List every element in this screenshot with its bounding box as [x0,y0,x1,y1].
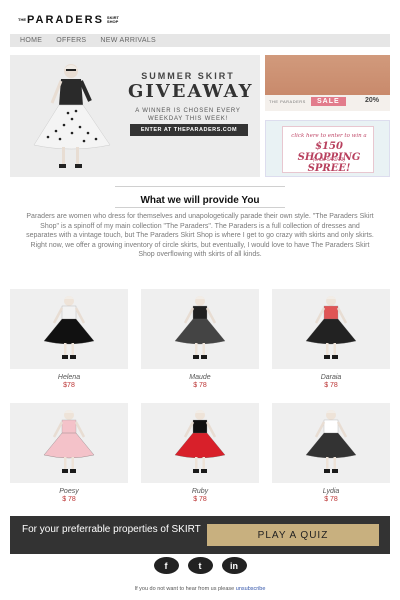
logo-the: THE [18,17,26,22]
product-image[interactable] [10,289,128,369]
product-card[interactable]: Daraia $ 78 [272,289,390,389]
twitter-icon[interactable]: t [187,557,213,574]
product-card[interactable]: Poesy $ 78 [10,403,128,503]
hero-subtitle: A WINNER IS CHOSEN EVERY WEEKDAY THIS WE… [135,108,241,122]
sale-percent: 20% [365,97,380,104]
product-price: $ 78 [324,382,338,389]
spree-line3: (ends 5/13/13) [312,157,346,163]
linkedin-icon[interactable]: in [221,557,247,574]
product-image[interactable] [272,289,390,369]
product-name[interactable]: Poesy [10,488,128,495]
product-price: $78 [63,382,75,389]
product-card[interactable]: Maude $ 78 [141,289,259,389]
spree-line1: click here to enter to win a [291,133,367,139]
product-name[interactable]: Daraia [272,374,390,381]
social-links: f t in [10,557,390,574]
enter-button[interactable]: ENTER AT THEPARADERS.COM [130,124,248,136]
product-name[interactable]: Lydia [272,488,390,495]
dress-image [265,55,390,95]
sale-brand: THE PARADERS [269,99,306,104]
product-card[interactable]: Helena $78 [10,289,128,389]
footer-text: If you do not want to hear from us pleas… [134,586,235,592]
quiz-cta: For your preferrable properties of SKIRT… [10,516,390,554]
sale-badge: SALE [311,97,346,106]
product-name[interactable]: Helena [10,374,128,381]
product-image[interactable] [141,289,259,369]
footer: If you do not want to hear from us pleas… [10,586,390,592]
shopping-spree-banner[interactable]: click here to enter to win a $150 SHOPPI… [265,120,390,177]
product-image[interactable] [272,403,390,483]
logo-name: PARADERS [27,14,104,26]
hero-title-line1: SUMMER SKIRT [141,71,235,81]
product-image[interactable] [10,403,128,483]
section-description: Paraders are women who dress for themsel… [26,213,374,259]
model-image [33,64,111,168]
hero-banner[interactable]: SUMMER SKIRT GIVEAWAY A WINNER IS CHOSEN… [10,55,260,177]
product-price: $ 78 [62,496,76,503]
product-image[interactable] [141,403,259,483]
brand-logo[interactable]: THE PARADERS SKIRT SHOP [18,14,121,26]
section-title: What we will provide You [140,195,260,206]
product-card[interactable]: Lydia $ 78 [272,403,390,503]
nav-offers[interactable]: OFFERS [56,37,86,44]
product-name[interactable]: Ruby [141,488,259,495]
product-price: $ 78 [193,382,207,389]
play-quiz-button[interactable]: PLAY A QUIZ [207,524,379,546]
top-nav: HOME OFFERS NEW ARRIVALS [10,34,390,47]
cta-text: For your preferrable properties of SKIRT [22,524,201,535]
product-price: $ 78 [193,496,207,503]
facebook-icon[interactable]: f [153,557,179,574]
email-page: THE PARADERS SKIRT SHOP HOME OFFERS NEW … [10,0,390,600]
divider-bottom [115,207,285,208]
product-name[interactable]: Maude [141,374,259,381]
product-card[interactable]: Ruby $ 78 [141,403,259,503]
nav-new-arrivals[interactable]: NEW ARRIVALS [100,37,156,44]
logo-shop: SKIRT SHOP [106,15,119,24]
nav-home[interactable]: HOME [20,37,42,44]
hero-title-line2: GIVEAWAY [128,81,254,102]
unsubscribe-link[interactable]: unsubscribe [236,586,266,592]
product-price: $ 78 [324,496,338,503]
sale-banner[interactable]: THE PARADERS SALE 20% [265,55,390,111]
divider-top [115,186,285,187]
